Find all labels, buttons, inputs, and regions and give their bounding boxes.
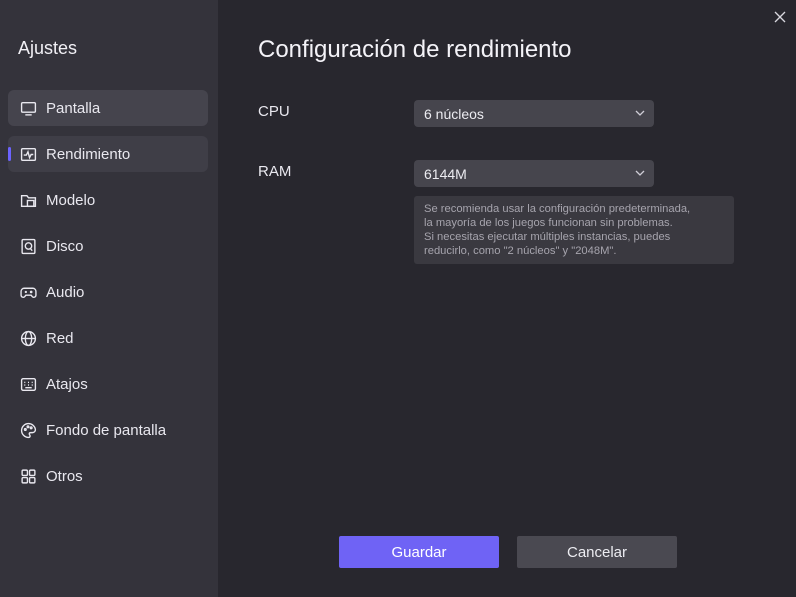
globe-icon bbox=[20, 330, 37, 347]
sidebar-item-audio[interactable]: Audio bbox=[8, 274, 208, 310]
sidebar-item-label: Disco bbox=[46, 237, 84, 255]
sidebar-item-label: Atajos bbox=[46, 375, 88, 393]
chevron-down-icon bbox=[635, 170, 645, 176]
performance-icon bbox=[20, 146, 37, 163]
sidebar-item-fondo-de-pantalla[interactable]: Fondo de pantalla bbox=[8, 412, 208, 448]
sidebar-title: Ajustes bbox=[18, 38, 78, 58]
cpu-label: CPU bbox=[258, 103, 290, 120]
sidebar-item-label: Rendimiento bbox=[46, 145, 131, 163]
close-icon[interactable] bbox=[773, 10, 787, 24]
sidebar-item-label: Red bbox=[46, 329, 74, 347]
sidebar-item-label: Modelo bbox=[46, 191, 96, 209]
ram-label: RAM bbox=[258, 163, 292, 180]
page-title: Configuración de rendimiento bbox=[258, 36, 572, 63]
cancel-button[interactable]: Cancelar bbox=[517, 536, 677, 568]
folder-icon bbox=[20, 192, 37, 209]
sidebar-item-label: Pantalla bbox=[46, 99, 101, 117]
grid-icon bbox=[20, 468, 37, 485]
sidebar-item-label: Otros bbox=[46, 467, 83, 485]
cpu-select[interactable]: 6 núcleos bbox=[414, 100, 654, 127]
ram-select-value: 6144M bbox=[424, 165, 467, 182]
ram-select[interactable]: 6144M bbox=[414, 160, 654, 187]
gamepad-icon bbox=[20, 284, 37, 301]
chevron-down-icon bbox=[635, 110, 645, 116]
sidebar-item-label: Audio bbox=[46, 283, 85, 301]
sidebar-nav: Pantalla Rendimiento Modelo Disco Audio bbox=[8, 90, 208, 504]
disk-icon bbox=[20, 238, 37, 255]
sidebar-item-red[interactable]: Red bbox=[8, 320, 208, 356]
sidebar-item-rendimiento[interactable]: Rendimiento bbox=[8, 136, 208, 172]
monitor-icon bbox=[20, 100, 37, 117]
sidebar-item-label: Fondo de pantalla bbox=[46, 421, 167, 439]
sidebar: Ajustes Pantalla Rendimiento Modelo Disc… bbox=[0, 0, 218, 597]
sidebar-item-modelo[interactable]: Modelo bbox=[8, 182, 208, 218]
sidebar-item-atajos[interactable]: Atajos bbox=[8, 366, 208, 402]
sidebar-item-pantalla[interactable]: Pantalla bbox=[8, 90, 208, 126]
recommendation-hint: Se recomienda usar la configuración pred… bbox=[414, 196, 734, 264]
keyboard-icon bbox=[20, 376, 37, 393]
palette-icon bbox=[20, 422, 37, 439]
sidebar-item-disco[interactable]: Disco bbox=[8, 228, 208, 264]
cpu-select-value: 6 núcleos bbox=[424, 105, 484, 122]
sidebar-item-otros[interactable]: Otros bbox=[8, 458, 208, 494]
save-button[interactable]: Guardar bbox=[339, 536, 499, 568]
